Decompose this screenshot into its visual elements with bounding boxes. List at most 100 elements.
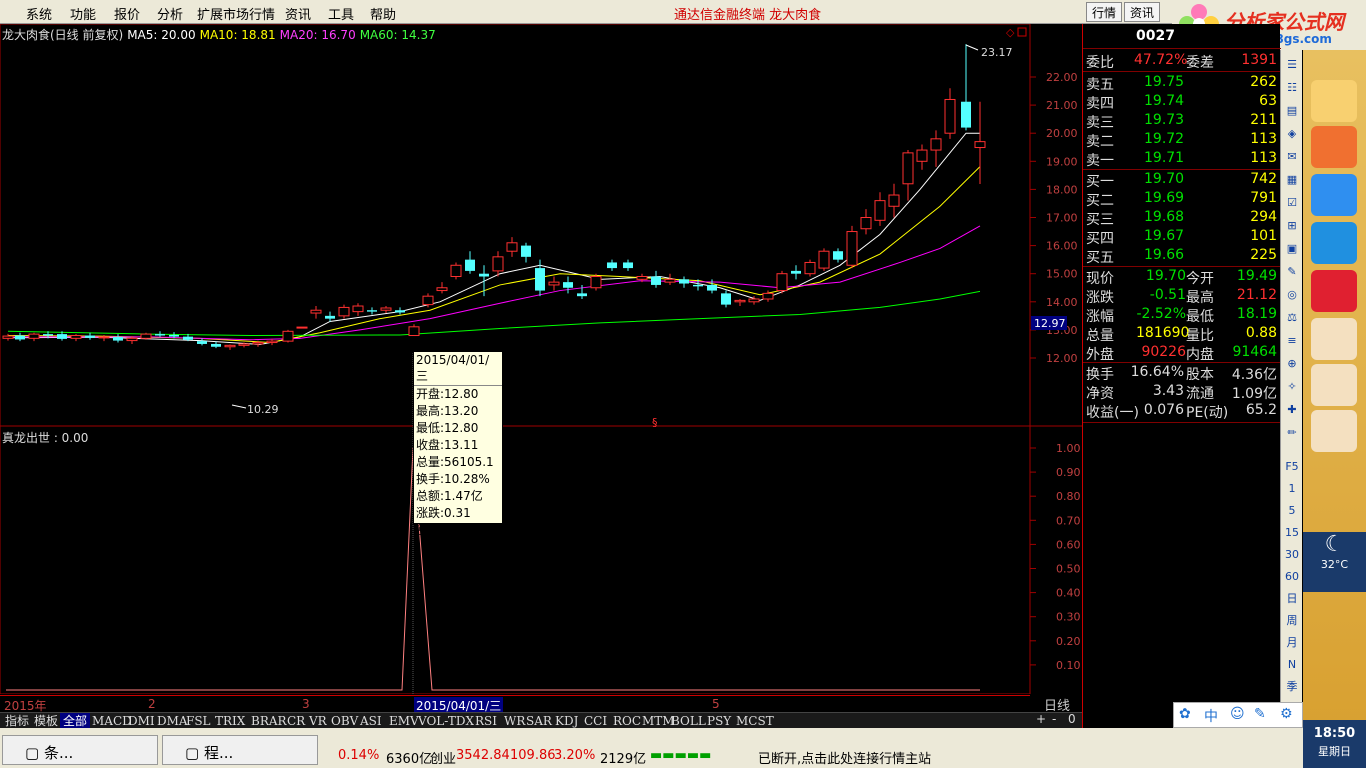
toolbar-tool-icon[interactable]: ☷: [1283, 79, 1301, 97]
news-button[interactable]: 资讯: [1124, 2, 1161, 22]
toolbar-tool-icon[interactable]: ▣: [1283, 240, 1301, 258]
tab-kdj[interactable]: KDJ: [552, 713, 581, 729]
period-button[interactable]: 1: [1283, 480, 1301, 498]
toolbar-tool-icon[interactable]: ✉: [1283, 148, 1301, 166]
toolbar-tool-icon[interactable]: ⊕: [1283, 355, 1301, 373]
toolbar-tool-icon[interactable]: ✎: [1283, 263, 1301, 281]
menu-news[interactable]: 资讯: [285, 4, 311, 23]
pen-icon[interactable]: ✎: [1254, 706, 1266, 722]
browser-icon[interactable]: [1311, 126, 1357, 168]
asks-row[interactable]: 卖二 19.72 113: [1086, 131, 1279, 150]
toolbar-tool-icon[interactable]: ✏: [1283, 424, 1301, 442]
toolbar-tool-icon[interactable]: ≡: [1283, 332, 1301, 350]
tab-fsl[interactable]: FSL: [183, 713, 214, 729]
taskbar-item-1[interactable]: ▢ 条...: [2, 735, 158, 765]
tab-模板[interactable]: 模板: [31, 713, 61, 729]
app-icon-strip: [1303, 50, 1366, 740]
toolbar-tool-icon[interactable]: ☑: [1283, 194, 1301, 212]
tab-mcst[interactable]: MCST: [733, 713, 777, 729]
period-button[interactable]: N: [1283, 656, 1301, 674]
smile-icon[interactable]: ☺: [1230, 706, 1245, 722]
paw-icon[interactable]: ✿: [1179, 706, 1191, 722]
gear-icon[interactable]: ⚙: [1280, 706, 1293, 722]
stat-value: -0.51: [1149, 287, 1186, 303]
menu-help[interactable]: 帮助: [370, 4, 396, 23]
tab-指标[interactable]: 指标: [2, 713, 32, 729]
tab-psy[interactable]: PSY: [704, 713, 734, 729]
zoom-out-button[interactable]: -: [1052, 712, 1056, 726]
period-button[interactable]: 30: [1283, 546, 1301, 564]
period-button[interactable]: 月: [1283, 634, 1301, 652]
side-toolbar: ☰ ☷ ▤ ◈ ✉ ▦ ☑ ⊞ ▣ ✎ ◎ ⚖ ≡ ⊕ ✧ ✚ ✏ F5 1 5 15 30 60 日周月 N 季: [1280, 50, 1302, 740]
period-button[interactable]: 5: [1283, 502, 1301, 520]
toolbar-tool-icon[interactable]: ⚖: [1283, 309, 1301, 327]
asks-row[interactable]: 卖一 19.71 113: [1086, 150, 1279, 169]
period-button[interactable]: 日: [1283, 590, 1301, 608]
folder-icon[interactable]: [1311, 80, 1357, 122]
quote-button[interactable]: 行情: [1086, 2, 1123, 22]
period-button[interactable]: 季: [1283, 678, 1301, 696]
menu-tools[interactable]: 工具: [328, 4, 354, 23]
toolbar-tool-icon[interactable]: ☰: [1283, 56, 1301, 74]
calendar-icon[interactable]: [1311, 222, 1357, 264]
menu-function[interactable]: 功能: [70, 4, 96, 23]
toolbar-tool-icon[interactable]: ⊞: [1283, 217, 1301, 235]
bids-row[interactable]: 买三 19.68 294: [1086, 209, 1279, 228]
toolbar-tool-icon[interactable]: ◈: [1283, 125, 1301, 143]
palette-icon[interactable]: [1311, 318, 1357, 360]
fund-value-2: 65.2: [1245, 402, 1277, 418]
bids-row[interactable]: 买四 19.67 101: [1086, 228, 1279, 247]
tab-dmi[interactable]: DMI: [125, 713, 158, 729]
connection-status[interactable]: 已断开,点击此处连接行情主站: [758, 748, 931, 767]
tab-vol-tdx[interactable]: VOL-TDX: [415, 713, 477, 729]
tab-sar[interactable]: SAR: [523, 713, 555, 729]
indicator-tick-label: 0.60: [1056, 538, 1081, 551]
palette-icon-3[interactable]: [1311, 410, 1357, 452]
menu-analysis[interactable]: 分析: [157, 4, 183, 23]
tab-trix[interactable]: TRIX: [212, 713, 248, 729]
app-red-icon[interactable]: [1311, 270, 1357, 312]
toolbar-tool-icon[interactable]: ✧: [1283, 378, 1301, 396]
search-app-icon[interactable]: [1311, 174, 1357, 216]
asks-row[interactable]: 卖五 19.75 262: [1086, 74, 1279, 93]
taskbar-item-2[interactable]: ▢ 程...: [162, 735, 318, 765]
asks-label: 卖二: [1086, 134, 1114, 150]
tab-cci[interactable]: CCI: [581, 713, 610, 729]
period-button[interactable]: 60: [1283, 568, 1301, 586]
asks-row[interactable]: 卖三 19.73 211: [1086, 112, 1279, 131]
kline-chart[interactable]: 22.00 21.00 20.00 19.00 18.00 17.00 16.00 15.00…: [0, 24, 1082, 694]
bids-row[interactable]: 买五 19.66 225: [1086, 247, 1279, 266]
window-icon: ▢: [185, 744, 204, 762]
tab-cr[interactable]: CR: [284, 713, 308, 729]
toolbar-tool-icon[interactable]: ✚: [1283, 401, 1301, 419]
palette-icon-2[interactable]: [1311, 364, 1357, 406]
menu-system[interactable]: 系统: [26, 4, 52, 23]
weather-widget[interactable]: ☾ 32°C: [1303, 532, 1366, 592]
reset-button[interactable]: 0: [1068, 712, 1076, 726]
asks-price: 19.73: [1144, 112, 1185, 128]
tab-boll[interactable]: BOLL: [668, 713, 709, 729]
period-button[interactable]: 周: [1283, 612, 1301, 630]
zoom-in-button[interactable]: +: [1036, 712, 1046, 726]
ime-chinese[interactable]: 中: [1204, 706, 1218, 726]
bids-row[interactable]: 买二 19.69 791: [1086, 190, 1279, 209]
toolbar-tool-icon[interactable]: ▦: [1283, 171, 1301, 189]
candle-body-down: [155, 334, 165, 336]
tab-vr[interactable]: VR: [306, 713, 330, 729]
bids-row[interactable]: 买一 19.70 742: [1086, 171, 1279, 190]
toolbar-tool-icon[interactable]: ◎: [1283, 286, 1301, 304]
tab-asi[interactable]: ASI: [357, 713, 385, 729]
price-tick-label: 18.00: [1046, 183, 1078, 196]
menu-quote[interactable]: 报价: [114, 4, 140, 23]
period-button[interactable]: F5: [1283, 458, 1301, 476]
tab-rsi[interactable]: RSI: [472, 713, 500, 729]
candle-body-up: [804, 261, 816, 275]
period-button[interactable]: 15: [1283, 524, 1301, 542]
asks-row[interactable]: 卖四 19.74 63: [1086, 93, 1279, 112]
menu-extended-market[interactable]: 扩展市场行情: [197, 4, 275, 23]
toolbar-tool-icon[interactable]: ▤: [1283, 102, 1301, 120]
system-clock[interactable]: 18:50 星期日: [1303, 720, 1366, 768]
period-label[interactable]: 日线: [1032, 695, 1082, 714]
tab-全部[interactable]: 全部: [60, 713, 91, 729]
candle-body-down: [791, 270, 801, 274]
